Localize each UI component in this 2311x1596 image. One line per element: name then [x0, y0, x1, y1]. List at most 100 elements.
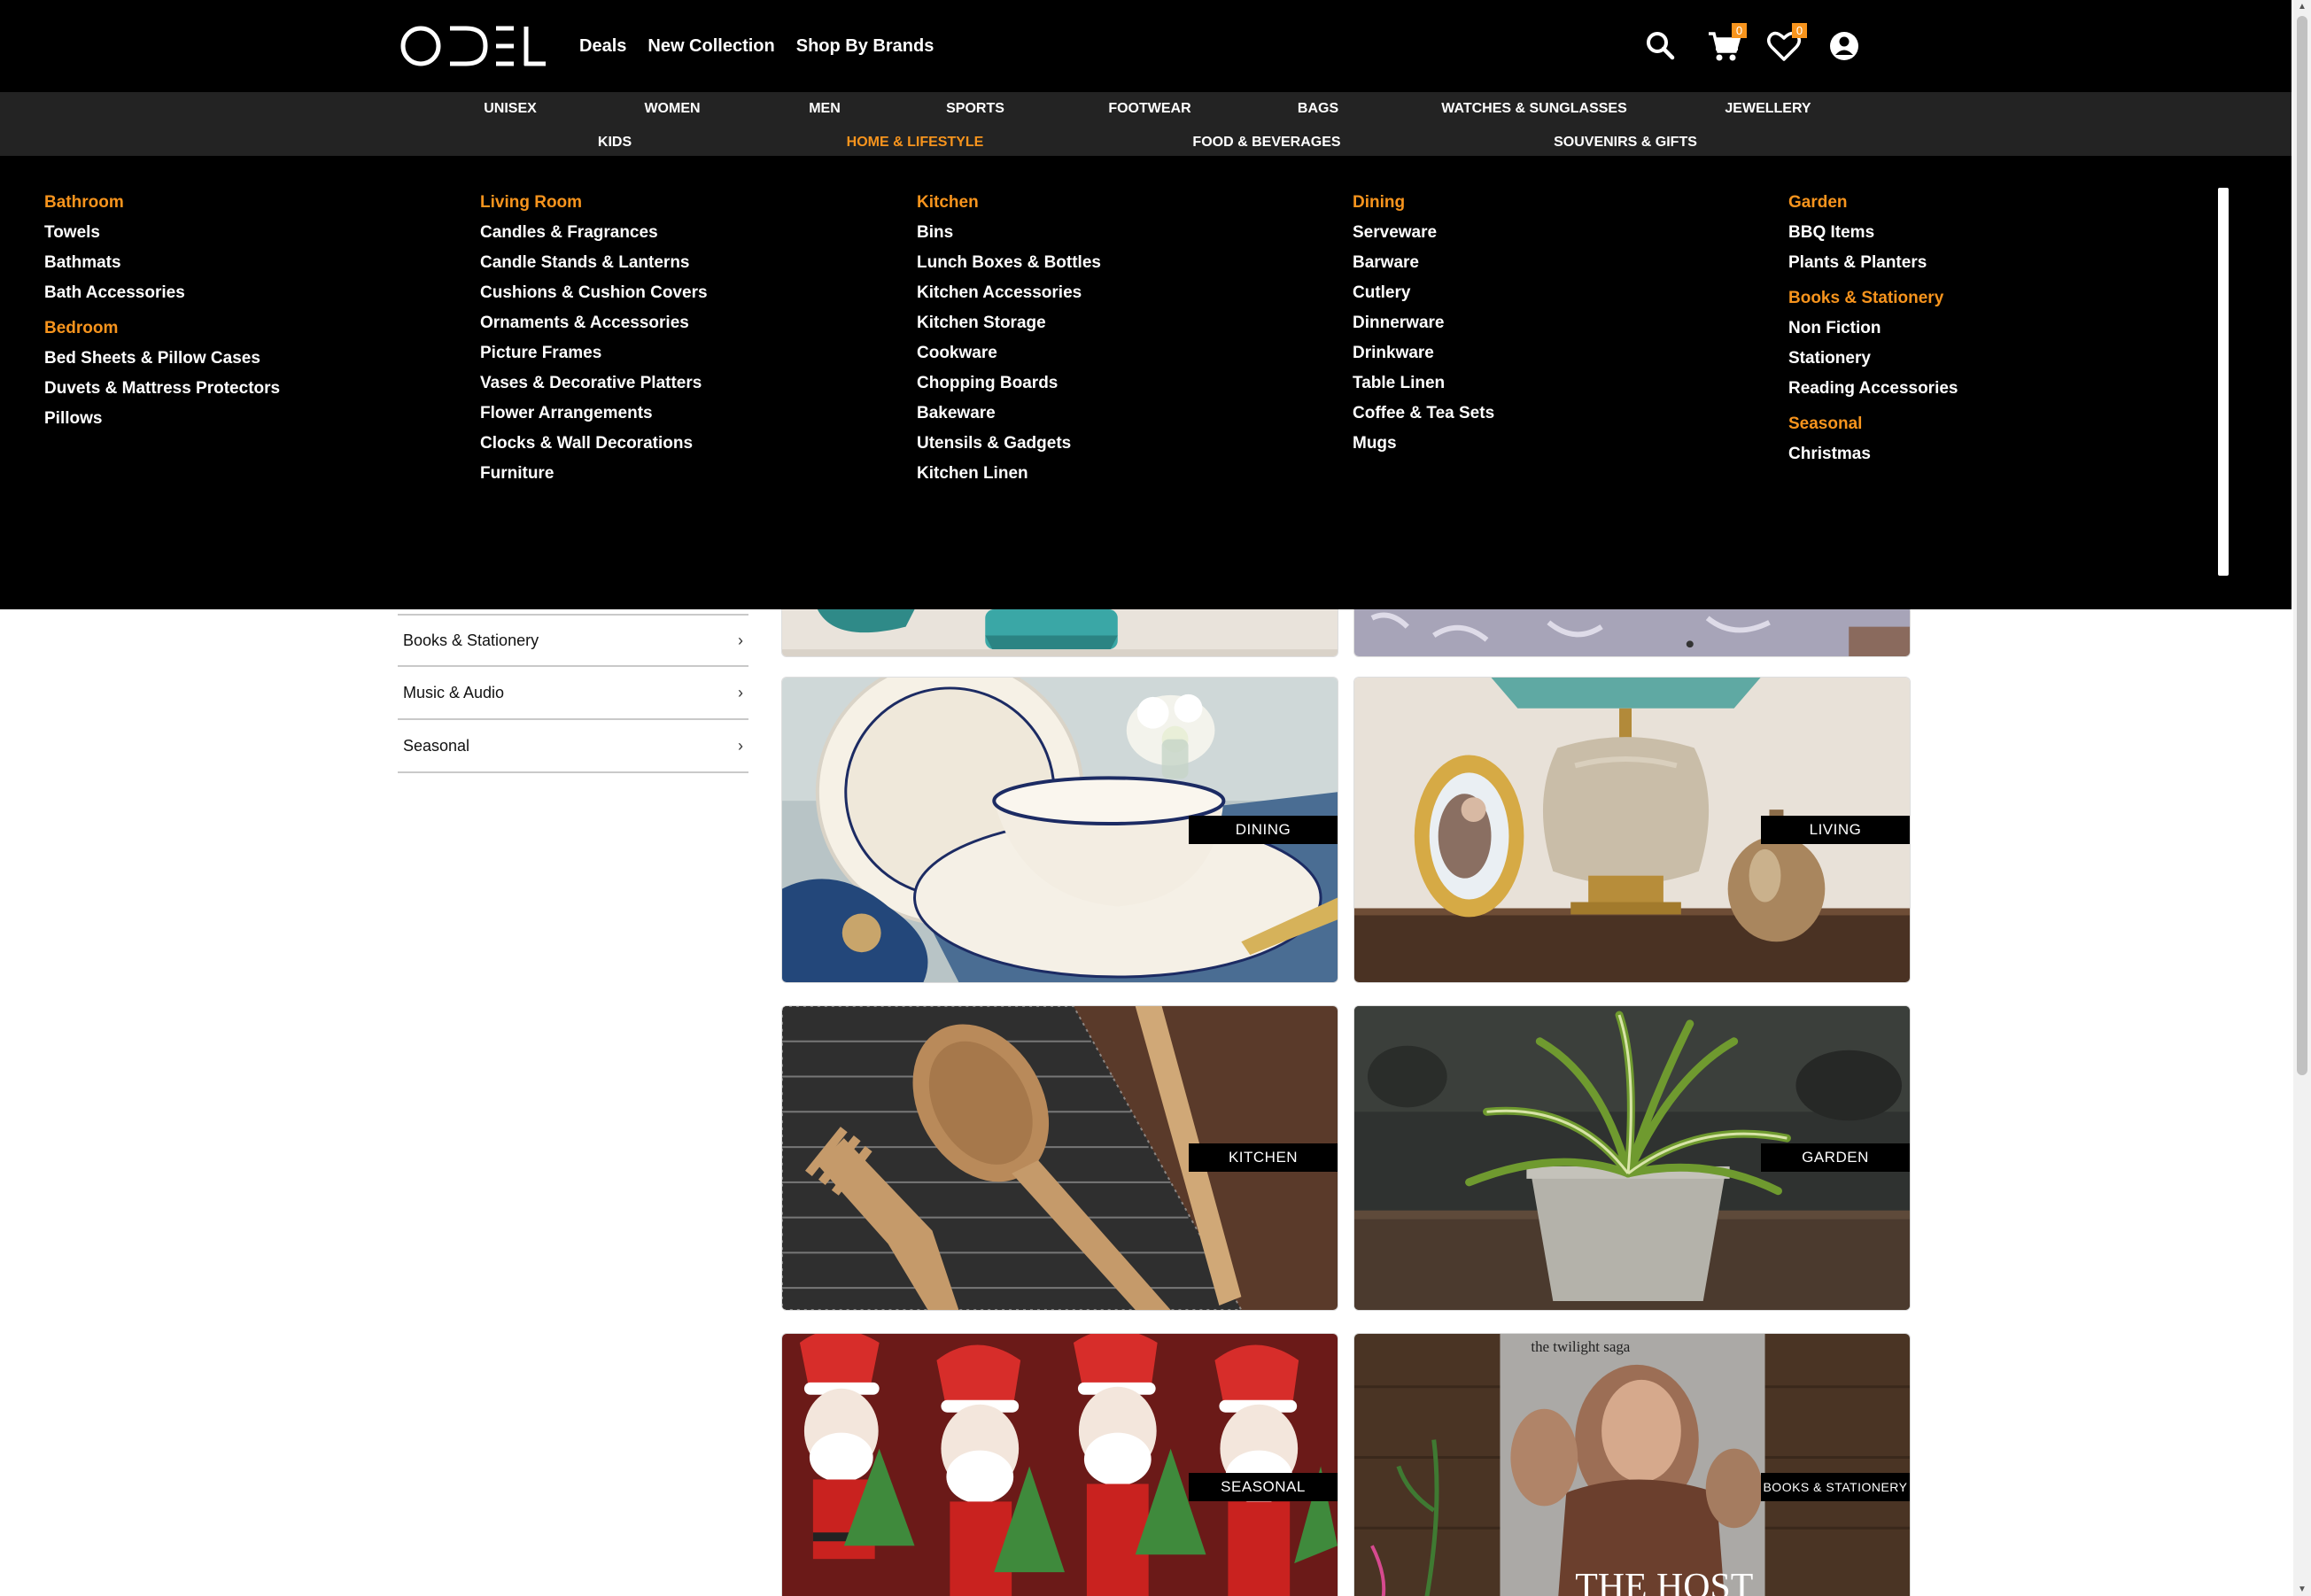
menu-item[interactable]: Kitchen Accessories [917, 280, 1101, 310]
cart-icon[interactable]: 0 [1704, 23, 1747, 66]
menu-heading-bathroom[interactable]: Bathroom [44, 190, 280, 220]
cat-women[interactable]: WOMEN [644, 101, 700, 117]
cat-watches-sunglasses[interactable]: WATCHES & SUNGLASSES [1441, 101, 1627, 117]
menu-item[interactable]: Utensils & Gadgets [917, 430, 1101, 461]
nav-new-collection[interactable]: New Collection [648, 36, 774, 57]
seasonal-image [782, 1334, 1338, 1596]
menu-item[interactable]: Pillows [44, 406, 280, 436]
scroll-down-arrow-icon[interactable]: ▼ [2298, 1584, 2307, 1594]
menu-heading-seasonal[interactable]: Seasonal [1788, 411, 1958, 441]
tile-label-living: LIVING [1761, 816, 1910, 844]
menu-column-bath-bed: Bathroom Towels Bathmats Bath Accessorie… [44, 190, 280, 436]
menu-item[interactable]: Stationery [1788, 345, 1958, 376]
tile-label-books-stationery: BOOKS & STATIONERY [1761, 1473, 1910, 1501]
menu-item[interactable]: Christmas [1788, 441, 1958, 471]
menu-item[interactable]: Reading Accessories [1788, 376, 1958, 406]
tile-kitchen[interactable]: KITCHEN [781, 1005, 1338, 1311]
cat-unisex[interactable]: UNISEX [484, 101, 537, 117]
menu-heading-living-room[interactable]: Living Room [480, 190, 708, 220]
sidebar-item-label: Music & Audio [403, 683, 505, 701]
user-icon[interactable] [1825, 27, 1864, 66]
book-cover-title: THE HOST [1575, 1567, 1753, 1596]
nav-shop-by-brands[interactable]: Shop By Brands [796, 36, 934, 57]
cat-souvenirs-gifts[interactable]: SOUVENIRS & GIFTS [1554, 135, 1697, 151]
menu-item[interactable]: Clocks & Wall Decorations [480, 430, 708, 461]
heart-icon[interactable]: 0 [1764, 23, 1807, 66]
menu-item[interactable]: Ornaments & Accessories [480, 310, 708, 340]
menu-item[interactable]: Duvets & Mattress Protectors [44, 376, 280, 406]
tile-books-stationery[interactable]: the twilight saga THE HOST BOOKS & STATI… [1353, 1333, 1911, 1596]
menu-item[interactable]: Bath Accessories [44, 280, 280, 310]
menu-item[interactable]: Lunch Boxes & Bottles [917, 250, 1101, 280]
chevron-right-icon: › [738, 631, 743, 649]
menu-item[interactable]: Cushions & Cushion Covers [480, 280, 708, 310]
nav-deals[interactable]: Deals [579, 36, 626, 57]
tile-living[interactable]: LIVING [1353, 677, 1911, 983]
cat-food-beverages[interactable]: FOOD & BEVERAGES [1192, 135, 1340, 151]
tile-seasonal[interactable]: SEASONAL [781, 1333, 1338, 1596]
sidebar-item-music-audio[interactable]: Music & Audio › [398, 667, 748, 720]
menu-item[interactable]: Bakeware [917, 400, 1101, 430]
sidebar-item-label: Books & Stationery [403, 631, 539, 649]
scroll-up-arrow-icon[interactable]: ▲ [2298, 2, 2307, 12]
cat-sports[interactable]: SPORTS [946, 101, 1004, 117]
sidebar-item-seasonal[interactable]: Seasonal › [398, 720, 748, 773]
sidebar-item-books-stationery[interactable]: Books & Stationery › [398, 614, 748, 667]
menu-item[interactable]: Chopping Boards [917, 370, 1101, 400]
menu-heading-bedroom[interactable]: Bedroom [44, 315, 280, 345]
mega-menu-scrollbar[interactable] [2218, 188, 2229, 576]
menu-item[interactable]: Cutlery [1353, 280, 1494, 310]
menu-item[interactable]: Mugs [1353, 430, 1494, 461]
tile-label-kitchen: KITCHEN [1189, 1143, 1338, 1172]
menu-item[interactable]: Kitchen Linen [917, 461, 1101, 491]
menu-item[interactable]: BBQ Items [1788, 220, 1958, 250]
menu-heading-garden[interactable]: Garden [1788, 190, 1958, 220]
menu-item[interactable]: Furniture [480, 461, 708, 491]
tile-dining[interactable]: DINING [781, 677, 1338, 983]
menu-item[interactable]: Serveware [1353, 220, 1494, 250]
tile-label-seasonal: SEASONAL [1189, 1473, 1338, 1501]
menu-heading-kitchen[interactable]: Kitchen [917, 190, 1101, 220]
cat-kids[interactable]: KIDS [598, 135, 632, 151]
menu-item[interactable]: Coffee & Tea Sets [1353, 400, 1494, 430]
scrollbar-thumb[interactable] [2297, 16, 2307, 1075]
menu-item[interactable]: Bed Sheets & Pillow Cases [44, 345, 280, 376]
cat-jewellery[interactable]: JEWELLERY [1725, 101, 1811, 117]
menu-item[interactable]: Flower Arrangements [480, 400, 708, 430]
top-nav: Deals New Collection Shop By Brands [579, 0, 934, 92]
tile-partial-right[interactable] [1353, 609, 1911, 657]
menu-item[interactable]: Plants & Planters [1788, 250, 1958, 280]
menu-item[interactable]: Cookware [917, 340, 1101, 370]
menu-item[interactable]: Vases & Decorative Platters [480, 370, 708, 400]
menu-column-living-room: Living Room Candles & Fragrances Candle … [480, 190, 708, 491]
tile-garden[interactable]: GARDEN [1353, 1005, 1911, 1311]
menu-item[interactable]: Candle Stands & Lanterns [480, 250, 708, 280]
menu-item[interactable]: Non Fiction [1788, 315, 1958, 345]
menu-item[interactable]: Bathmats [44, 250, 280, 280]
menu-heading-books-stationery[interactable]: Books & Stationery [1788, 285, 1958, 315]
menu-item[interactable]: Barware [1353, 250, 1494, 280]
cat-footwear[interactable]: FOOTWEAR [1108, 101, 1190, 117]
menu-item[interactable]: Towels [44, 220, 280, 250]
tile-image [1354, 609, 1910, 656]
menu-item[interactable]: Table Linen [1353, 370, 1494, 400]
odel-logo[interactable] [400, 21, 546, 71]
search-icon[interactable] [1641, 27, 1680, 66]
menu-item[interactable]: Drinkware [1353, 340, 1494, 370]
cat-home-lifestyle[interactable]: HOME & LIFESTYLE [847, 135, 984, 151]
tile-partial-left[interactable] [781, 609, 1338, 657]
menu-item[interactable]: Candles & Fragrances [480, 220, 708, 250]
cat-men[interactable]: MEN [809, 101, 841, 117]
menu-heading-dining[interactable]: Dining [1353, 190, 1494, 220]
menu-item[interactable]: Bins [917, 220, 1101, 250]
menu-item[interactable]: Picture Frames [480, 340, 708, 370]
cart-count-badge: 0 [1732, 23, 1747, 38]
category-bar: UNISEX WOMEN MEN SPORTS FOOTWEAR BAGS WA… [0, 92, 2292, 156]
menu-item[interactable]: Dinnerware [1353, 310, 1494, 340]
cat-bags[interactable]: BAGS [1298, 101, 1338, 117]
menu-item[interactable]: Kitchen Storage [917, 310, 1101, 340]
tile-label-dining: DINING [1189, 816, 1338, 844]
chevron-right-icon: › [738, 736, 743, 755]
category-sidebar: Books & Stationery › Music & Audio › Sea… [398, 614, 748, 773]
page-scrollbar[interactable]: ▲ ▼ [2293, 0, 2311, 1596]
